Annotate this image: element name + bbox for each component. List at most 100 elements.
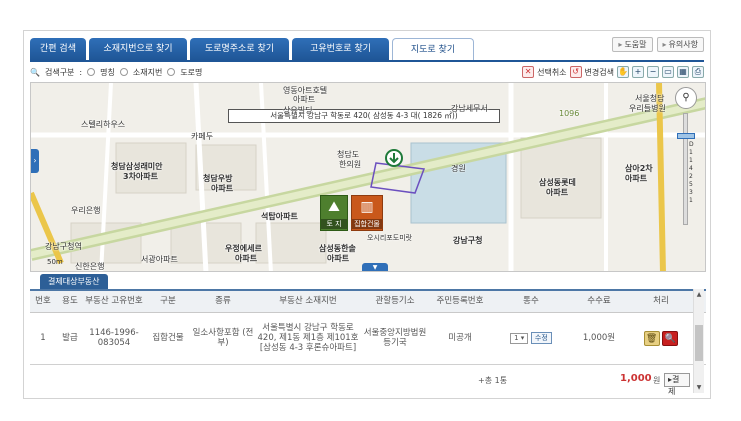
payment-table: 번호 용도 부동산 고유번호 구분 종류 부동산 소재지번 관할등기소 주민등록… bbox=[30, 289, 706, 365]
cell-use: 발급 bbox=[56, 312, 84, 365]
map-label: 스텔리하우스 bbox=[81, 120, 126, 129]
clear-selection-icon[interactable]: ✕ bbox=[522, 66, 535, 78]
map-view[interactable]: 서울특별시 강남구 학동로 420( 삼성동 4-3 대( 1826 ㎡)) 영… bbox=[30, 82, 706, 272]
cell-count: 1 ▾ 수정 bbox=[492, 312, 570, 365]
registry-search-panel: 간편 검색 소재지번으로 찾기 도로명주소로 찾기 고유번호로 찾기 지도로 찾… bbox=[23, 30, 711, 399]
table-header-row: 번호 용도 부동산 고유번호 구분 종류 부동산 소재지번 관할등기소 주민등록… bbox=[30, 289, 706, 313]
help-label: 도움말 bbox=[624, 40, 647, 49]
radio-road-label: 도로명 bbox=[180, 67, 203, 77]
building-label: 집합건물 bbox=[352, 219, 382, 229]
cell-actions: 🗑 🔍 bbox=[628, 312, 694, 365]
land-icon: ⛰ bbox=[328, 199, 340, 215]
tab-underline bbox=[30, 60, 704, 62]
zoom-out-icon[interactable]: − bbox=[647, 66, 659, 78]
tab-map-search[interactable]: 지도로 찾기 bbox=[392, 38, 474, 60]
count-select[interactable]: 1 ▾ bbox=[510, 332, 529, 344]
cell-kind: 일소사항포함 (전부) bbox=[192, 312, 254, 365]
table-scrollbar[interactable]: ▲ ▼ bbox=[693, 289, 704, 393]
col-header: 통수 bbox=[492, 289, 570, 313]
radio-lot-label: 소재지번 bbox=[132, 67, 163, 77]
map-toolbar: ✕ 선택취소 ↺ 변경검색 ✋ + − ▭ ▦ ⎙ bbox=[522, 64, 704, 80]
print-icon[interactable]: ⎙ bbox=[692, 66, 704, 78]
tab-lot-address[interactable]: 소재지번으로 찾기 bbox=[89, 38, 187, 60]
land-label: 토 지 bbox=[321, 219, 347, 229]
search-icon: 🔍 bbox=[30, 67, 40, 77]
col-header: 관할등기소 bbox=[362, 289, 428, 313]
help-button[interactable]: ▸ 도움말 bbox=[612, 37, 653, 52]
tab-unique-number[interactable]: 고유번호로 찾기 bbox=[292, 38, 389, 60]
cell-no: 1 bbox=[30, 312, 56, 365]
map-label: 오시리포도미랏 bbox=[367, 234, 413, 242]
tab-road-address[interactable]: 도로명주소로 찾기 bbox=[190, 38, 289, 60]
total-price: 1,000 bbox=[620, 373, 652, 384]
building-icon: ▥ bbox=[360, 199, 374, 215]
scroll-down-icon[interactable]: ▼ bbox=[694, 384, 704, 391]
map-label: 아파트 bbox=[625, 174, 648, 183]
total-unit: 원 bbox=[653, 376, 661, 385]
notice-label: 유의사항 bbox=[668, 40, 698, 49]
col-header: 주민등록번호 bbox=[428, 289, 492, 313]
table-row: 1 발급 1146-1996-083054 집합건물 일소사항포함 (전부) 서… bbox=[30, 312, 706, 365]
map-scale: 50m bbox=[47, 258, 63, 266]
expand-bottom-handle[interactable]: ▼ bbox=[362, 263, 388, 271]
map-label: 카페두 bbox=[191, 132, 214, 141]
table-footer: +총 1통 1,000 원 ▸결제 bbox=[30, 371, 690, 396]
map-label: 강남구청역 bbox=[45, 242, 82, 251]
col-header: 번호 bbox=[30, 289, 56, 313]
col-header: 부동산 소재지번 bbox=[254, 289, 362, 313]
change-search-icon[interactable]: ↺ bbox=[569, 66, 582, 78]
radio-name-label: 명칭 bbox=[100, 67, 115, 77]
search-tabs: 간편 검색 소재지번으로 찾기 도로명주소로 찾기 고유번호로 찾기 지도로 찾… bbox=[30, 38, 474, 60]
chevron-right-icon: ▸ bbox=[662, 40, 667, 49]
count-value: 1 bbox=[514, 333, 519, 342]
col-header: 수수료 bbox=[570, 289, 628, 313]
map-label: 서광아파트 bbox=[141, 255, 178, 264]
zoom-level-text: D 1 1 4 2 5 3 1 bbox=[689, 141, 694, 204]
map-label: 경원 bbox=[451, 164, 466, 173]
map-label: 한의원 bbox=[339, 160, 362, 169]
clear-selection-label[interactable]: 선택취소 bbox=[537, 67, 566, 78]
radio-name[interactable] bbox=[87, 68, 96, 76]
street-view-icon[interactable]: ⚲ bbox=[675, 87, 697, 109]
section-tab-payment-targets: 결제대상부동산 bbox=[40, 274, 108, 289]
map-label: 아파트 bbox=[327, 254, 350, 263]
map-label: 강남세무서 bbox=[451, 104, 488, 113]
map-label: 아파트 bbox=[546, 188, 569, 197]
map-label: 3차아파트 bbox=[123, 172, 159, 181]
pay-button[interactable]: ▸결제 bbox=[664, 373, 690, 396]
trash-icon[interactable]: 🗑 bbox=[643, 330, 660, 346]
zoom-slider-track[interactable] bbox=[683, 113, 688, 225]
map-label: 우리들병원 bbox=[629, 104, 666, 113]
measure-icon[interactable]: ▭ bbox=[662, 66, 674, 78]
tab-simple-search[interactable]: 간편 검색 bbox=[30, 38, 86, 60]
expand-left-handle[interactable]: › bbox=[31, 149, 39, 173]
col-header: 부동산 고유번호 bbox=[84, 289, 144, 313]
radio-lot[interactable] bbox=[119, 68, 128, 76]
map-label: 석탑아파트 bbox=[261, 212, 298, 221]
col-header: 처리 bbox=[628, 289, 694, 313]
map-label: 아파트 bbox=[211, 184, 234, 193]
change-search-label[interactable]: 변경검색 bbox=[585, 67, 614, 78]
notice-button[interactable]: ▸ 유의사항 bbox=[656, 37, 704, 52]
cell-office: 서울중앙지방법원 등기국 bbox=[362, 312, 428, 365]
building-button[interactable]: ▥ 집합건물 bbox=[351, 195, 383, 231]
cell-resident: 미공개 bbox=[428, 312, 492, 365]
edit-count-button[interactable]: 수정 bbox=[530, 332, 552, 344]
radio-road[interactable] bbox=[167, 68, 176, 76]
hand-pan-icon[interactable]: ✋ bbox=[617, 66, 629, 78]
map-label: 상유빌딩 bbox=[283, 106, 313, 115]
zoom-control[interactable]: ⚲ D 1 1 4 2 5 3 1 bbox=[675, 87, 697, 237]
scroll-thumb[interactable] bbox=[695, 325, 703, 361]
zoom-slider-thumb[interactable] bbox=[677, 133, 695, 139]
col-header: 구분 bbox=[144, 289, 192, 313]
search-icon[interactable]: 🔍 bbox=[662, 330, 679, 346]
top-buttons: ▸ 도움말 ▸ 유의사항 bbox=[612, 37, 704, 52]
cell-address: 서울특별시 강남구 학동로 420, 제1동 제1층 제101호 [삼성동 4-… bbox=[254, 312, 362, 365]
zoom-in-icon[interactable]: + bbox=[632, 66, 644, 78]
search-type-row: 🔍 검색구분 : 명칭 소재지번 도로명 bbox=[30, 67, 203, 77]
land-button[interactable]: ⛰ 토 지 bbox=[320, 195, 348, 231]
area-icon[interactable]: ▦ bbox=[677, 66, 689, 78]
scroll-up-icon[interactable]: ▲ bbox=[694, 291, 704, 298]
map-label: 아파트 bbox=[293, 95, 316, 104]
cell-type: 집합건물 bbox=[144, 312, 192, 365]
